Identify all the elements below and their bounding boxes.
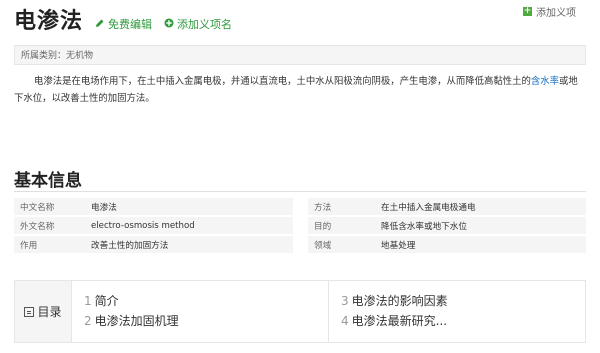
add-term-button[interactable]: 添加义项名 xyxy=(164,16,232,32)
edit-label: 免费编辑 xyxy=(108,18,153,31)
plus-icon: + xyxy=(523,6,532,16)
page-title: 电渗法 xyxy=(14,9,84,34)
basic-info-heading: 基本信息 xyxy=(14,171,82,191)
info-value: electro-osmosis method xyxy=(85,217,293,234)
info-value: 改善土性的加固方法 xyxy=(85,236,293,253)
category-label: 所属类别：无机物 xyxy=(21,51,94,61)
info-key: 中文名称 xyxy=(14,198,85,215)
table-row: 中文名称 电渗法 方法 在土中插入金属电极通电 xyxy=(14,198,586,215)
info-key: 外文名称 xyxy=(14,217,85,234)
toc-label-text: 目录 xyxy=(37,305,62,319)
add-term-label: 添加义项名 xyxy=(177,18,233,31)
basic-info-table: 中文名称 电渗法 方法 在土中插入金属电极通电 外文名称 electro-osm… xyxy=(14,196,586,255)
info-key: 方法 xyxy=(308,198,375,215)
info-value: 电渗法 xyxy=(85,198,293,215)
add-term-icon xyxy=(164,18,174,31)
table-row: 作用 改善土性的加固方法 领域 地基处理 xyxy=(14,236,586,253)
info-value: 降低含水率或地下水位 xyxy=(375,217,586,234)
toc-item-research[interactable]: 4 电渗法最新研究... xyxy=(341,311,573,331)
add-term-top-label: 添加义项 xyxy=(536,8,576,19)
water-content-link[interactable]: 含水率 xyxy=(531,76,559,87)
intro-paragraph: 电渗法是在电场作用下，在土中插入金属电极，并通以直流电，土中水从阳极流向阴极，产… xyxy=(14,73,586,107)
toc-column-left: 1 简介 2 电渗法加固机理 xyxy=(72,281,328,342)
section-divider xyxy=(14,191,586,192)
info-value: 地基处理 xyxy=(375,236,586,253)
edit-button[interactable]: 免费编辑 xyxy=(95,16,152,32)
title-row: 电渗法 免费编辑 添加义项名 xyxy=(14,8,232,36)
toc-item-factors[interactable]: 3 电渗法的影响因素 xyxy=(341,291,573,311)
category-bar: 所属类别：无机物 xyxy=(14,45,586,65)
info-key: 作用 xyxy=(14,236,85,253)
add-term-top-button[interactable]: + 添加义项 xyxy=(523,4,576,19)
toc-column-right: 3 电渗法的影响因素 4 电渗法最新研究... xyxy=(328,281,585,342)
info-value: 在土中插入金属电极通电 xyxy=(375,198,586,215)
toc-item-intro[interactable]: 1 简介 xyxy=(84,291,316,311)
table-of-contents: 目录 1 简介 2 电渗法加固机理 3 电渗法的影响因素 4 电渗法最新研究... xyxy=(14,280,586,343)
pencil-icon xyxy=(95,18,105,31)
intro-text-before: 电渗法是在电场作用下，在土中插入金属电极，并通以直流电，土中水从阳极流向阴极，产… xyxy=(34,76,531,87)
info-key: 目的 xyxy=(308,217,375,234)
toc-label: 目录 xyxy=(15,281,72,342)
info-key: 领域 xyxy=(308,236,375,253)
toc-item-mechanism[interactable]: 2 电渗法加固机理 xyxy=(84,311,316,331)
table-row: 外文名称 electro-osmosis method 目的 降低含水率或地下水… xyxy=(14,217,586,234)
list-icon xyxy=(24,306,35,317)
